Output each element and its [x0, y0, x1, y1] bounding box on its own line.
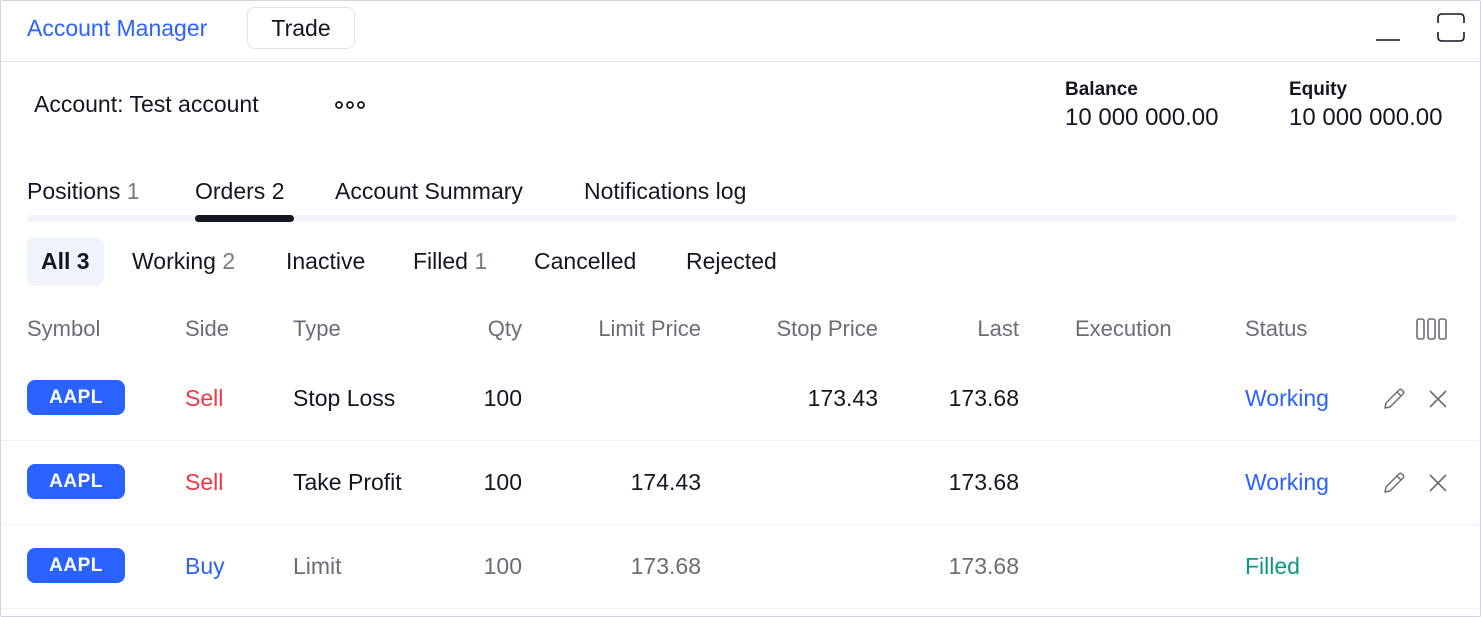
- filter-label: Cancelled: [534, 248, 637, 274]
- filter-count: 3: [76, 248, 90, 274]
- tab-label: Positions: [27, 178, 121, 204]
- account-manager-panel: Account Manager Trade Account: Test acco…: [0, 0, 1481, 617]
- filter-filled[interactable]: Filled 1: [413, 237, 487, 286]
- close-icon[interactable]: [1425, 386, 1451, 412]
- filter-all[interactable]: All 3: [27, 237, 104, 286]
- side-cell: Sell: [185, 385, 224, 411]
- last-cell: 173.68: [948, 553, 1019, 579]
- column-header-symbol[interactable]: Symbol: [27, 314, 100, 344]
- column-header-type[interactable]: Type: [293, 314, 341, 344]
- table-row[interactable]: AAPL Sell Take Profit 100 174.43 173.68 …: [1, 441, 1480, 525]
- limit-price-cell: 173.68: [630, 553, 701, 579]
- equity-label: Equity: [1289, 79, 1348, 100]
- last-cell: 173.68: [948, 469, 1019, 495]
- type-cell: Stop Loss: [293, 385, 396, 411]
- more-horizontal-icon[interactable]: [331, 95, 371, 115]
- edit-icon[interactable]: [1381, 470, 1407, 496]
- column-header-status[interactable]: Status: [1245, 314, 1307, 344]
- balance-label: Balance: [1065, 79, 1138, 100]
- filter-count: 1: [474, 248, 488, 274]
- filter-inactive[interactable]: Inactive: [286, 237, 365, 286]
- tab-label: Orders: [195, 178, 266, 204]
- tab-label: Notifications log: [584, 178, 747, 204]
- filter-label: Rejected: [686, 248, 777, 274]
- close-icon[interactable]: [1425, 470, 1451, 496]
- filter-label: Working: [132, 248, 216, 274]
- tab-label: Account Summary: [335, 178, 523, 204]
- column-header-qty[interactable]: Qty: [422, 314, 522, 344]
- status-cell: Working: [1245, 385, 1329, 411]
- qty-cell: 100: [483, 469, 522, 495]
- tab-account-summary[interactable]: Account Summary: [335, 175, 523, 207]
- symbol-badge[interactable]: AAPL: [27, 380, 125, 415]
- column-header-stop-price[interactable]: Stop Price: [718, 314, 879, 344]
- account-manager-title[interactable]: Account Manager: [27, 13, 207, 43]
- column-header-execution[interactable]: Execution: [1075, 314, 1172, 344]
- equity-value: 10 000 000.00: [1289, 104, 1443, 131]
- table-row[interactable]: AAPL Sell Stop Loss 100 173.43 173.68 Wo…: [1, 357, 1480, 441]
- columns-icon[interactable]: [1415, 317, 1449, 341]
- column-header-last[interactable]: Last: [899, 314, 1019, 344]
- balance-metric: Balance 10 000 000.00: [1065, 77, 1218, 133]
- filter-label: Filled: [413, 248, 468, 274]
- tab-count: 2: [271, 178, 285, 204]
- status-cell: Filled: [1245, 553, 1300, 579]
- side-cell: Sell: [185, 469, 224, 495]
- minimize-icon[interactable]: [1373, 23, 1403, 45]
- side-cell: Buy: [185, 553, 225, 579]
- symbol-badge[interactable]: AAPL: [27, 464, 125, 499]
- equity-metric: Equity 10 000 000.00: [1289, 77, 1442, 133]
- account-selector[interactable]: Account: Test account: [34, 89, 259, 119]
- tab-positions[interactable]: Positions 1: [27, 175, 140, 207]
- last-cell: 173.68: [948, 385, 1019, 411]
- symbol-badge[interactable]: AAPL: [27, 548, 125, 583]
- panel-header: Account Manager Trade: [1, 1, 1480, 62]
- status-cell: Working: [1245, 469, 1329, 495]
- qty-cell: 100: [483, 385, 522, 411]
- filter-count: 2: [222, 248, 236, 274]
- type-cell: Limit: [293, 553, 342, 579]
- filter-label: All: [41, 248, 71, 274]
- qty-cell: 100: [483, 553, 522, 579]
- maximize-icon[interactable]: [1435, 11, 1467, 45]
- edit-icon[interactable]: [1381, 386, 1407, 412]
- tab-notifications-log[interactable]: Notifications log: [584, 175, 746, 207]
- filter-label: Inactive: [286, 248, 366, 274]
- active-tab-indicator: [195, 215, 294, 222]
- table-row[interactable]: AAPL Buy Limit 100 173.68 173.68 Filled: [1, 525, 1480, 609]
- type-cell: Take Profit: [293, 469, 402, 495]
- balance-value: 10 000 000.00: [1065, 104, 1219, 131]
- filter-cancelled[interactable]: Cancelled: [534, 237, 636, 286]
- column-header-side[interactable]: Side: [185, 314, 229, 344]
- filter-working[interactable]: Working 2: [132, 237, 235, 286]
- limit-price-cell: 174.43: [630, 469, 701, 495]
- tab-count: 1: [126, 178, 140, 204]
- stop-price-cell: 173.43: [807, 385, 878, 411]
- tab-orders[interactable]: Orders 2: [195, 175, 284, 207]
- trade-button[interactable]: Trade: [247, 7, 355, 49]
- column-header-limit-price[interactable]: Limit Price: [541, 314, 701, 344]
- filter-rejected[interactable]: Rejected: [686, 237, 777, 286]
